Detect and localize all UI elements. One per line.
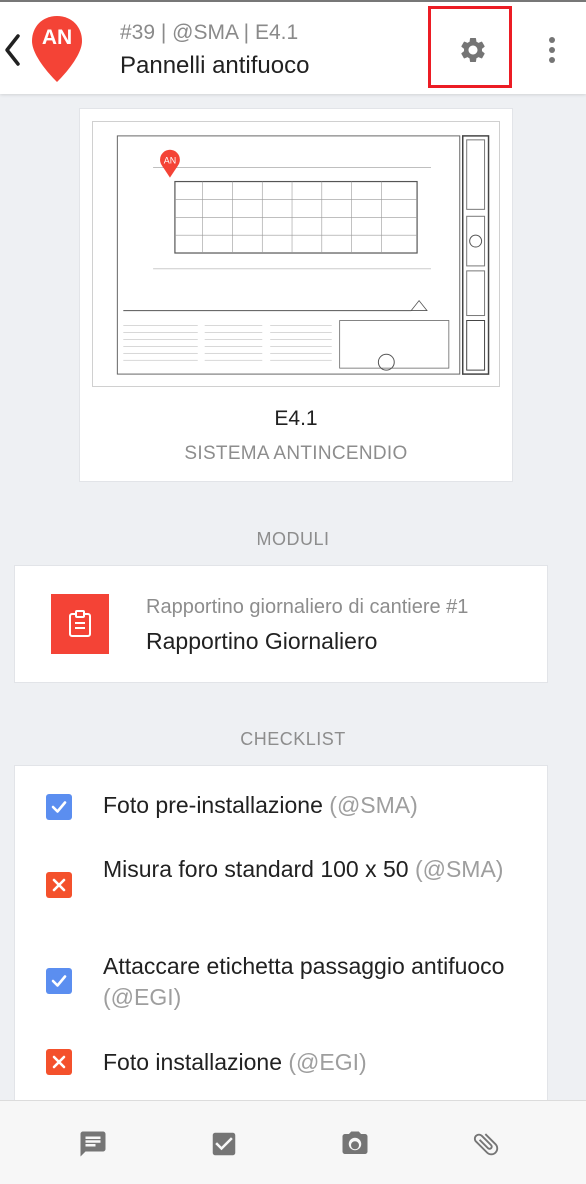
page-subtitle: #39 | @SMA | E4.1 — [120, 21, 299, 44]
drawing-card[interactable]: AN E4.1 SISTEMA ANTINCENDIO — [79, 108, 513, 482]
checkbox-checked[interactable] — [46, 794, 72, 820]
module-icon-badge — [51, 594, 109, 654]
checklist-card: Foto pre-installazione (@SMA) Misura for… — [14, 765, 548, 1105]
checklist-item[interactable]: Misura foro standard 100 x 50 (@SMA) — [103, 854, 523, 885]
sheet-name: SISTEMA ANTINCENDIO — [184, 443, 408, 464]
close-icon — [52, 878, 66, 892]
attachment-icon[interactable] — [471, 1129, 501, 1159]
chevron-left-icon[interactable] — [2, 32, 22, 68]
sheet-code: E4.1 — [274, 407, 318, 430]
checklist-item-text: Foto pre-installazione — [103, 792, 323, 818]
avatar-initials: AN — [41, 26, 73, 49]
checkbox-failed[interactable] — [46, 1049, 72, 1075]
checklist-item-assignee: (@EGI) — [103, 984, 182, 1010]
camera-icon[interactable] — [340, 1129, 370, 1159]
section-label-modules: MODULI — [256, 529, 330, 549]
module-item[interactable]: Rapportino giornaliero di cantiere #1 Ra… — [14, 565, 548, 683]
settings-button[interactable] — [428, 6, 512, 88]
checklist-item-assignee: (@SMA) — [329, 792, 418, 818]
close-icon — [52, 1055, 66, 1069]
clipboard-icon — [69, 610, 91, 637]
checklist-item[interactable]: Foto installazione (@EGI) — [103, 1047, 523, 1078]
drawing-thumbnail[interactable]: AN — [92, 121, 500, 387]
pin-label[interactable]: AN — [164, 156, 176, 166]
checkbox-icon[interactable] — [209, 1129, 239, 1159]
comment-icon[interactable] — [78, 1129, 108, 1159]
checklist-item[interactable]: Foto pre-installazione (@SMA) — [103, 790, 523, 821]
check-icon — [51, 801, 67, 813]
more-vert-icon[interactable] — [540, 32, 564, 68]
checkbox-checked[interactable] — [46, 968, 72, 994]
page-title: Pannelli antifuoco — [120, 52, 310, 79]
module-subtitle: Rapportino giornaliero di cantiere #1 — [146, 596, 469, 618]
module-title: Rapportino Giornaliero — [146, 628, 378, 654]
checklist-item-text: Foto installazione — [103, 1049, 282, 1075]
gear-icon — [461, 37, 485, 62]
section-label-checklist: CHECKLIST — [240, 729, 346, 749]
checklist-item-text: Misura foro standard 100 x 50 — [103, 856, 409, 882]
bottom-action-bar — [0, 1100, 586, 1184]
checklist-item-assignee: (@SMA) — [414, 856, 504, 882]
checkbox-failed[interactable] — [46, 872, 72, 898]
check-icon — [51, 975, 67, 987]
checklist-item-assignee: (@EGI) — [288, 1049, 367, 1075]
checklist-item-text: Attaccare etichetta passaggio antifuoco — [103, 953, 505, 979]
checklist-item[interactable]: Attaccare etichetta passaggio antifuoco … — [103, 951, 523, 1013]
top-app-bar: AN #39 | @SMA | E4.1 Pannelli antifuoco — [0, 0, 586, 94]
